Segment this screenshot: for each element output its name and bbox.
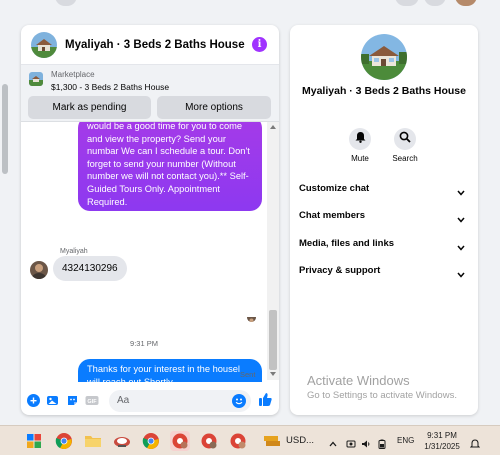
section-label: Customize chat: [299, 183, 370, 194]
volume-icon[interactable]: [361, 436, 371, 448]
activate-windows-hint: Go to Settings to activate Windows.: [307, 390, 457, 401]
battery-icon[interactable]: [377, 436, 387, 449]
svg-text:GIF: GIF: [87, 399, 97, 405]
mute-label: Mute: [351, 154, 369, 163]
search-label: Search: [392, 154, 418, 163]
top-strip: [0, 0, 500, 24]
seen-indicator-avatar: [247, 313, 256, 322]
sticker-icon[interactable]: [66, 394, 79, 407]
chrome-profile-icon[interactable]: [228, 431, 248, 451]
chat-window: Myaliyah · 3 Beds 2 Baths House i Market…: [21, 25, 279, 415]
message-input[interactable]: Aa: [109, 390, 251, 412]
marketplace-banner: Marketplace $1,300 - 3 Beds 2 Baths Hous…: [21, 65, 279, 122]
more-options-button[interactable]: More options: [157, 96, 271, 119]
account-avatar[interactable]: [455, 0, 477, 6]
message-timestamp: 9:31 PM: [130, 339, 158, 348]
taskbar: USD... ENG 9:31 PM 1/31/2025: [0, 425, 500, 455]
section-customize-chat[interactable]: Customize chat: [299, 181, 469, 197]
chat-header: Myaliyah · 3 Beds 2 Baths House i: [21, 25, 279, 65]
house-avatar[interactable]: [31, 31, 57, 58]
chat-title[interactable]: Myaliyah · 3 Beds 2 Baths House: [65, 39, 245, 51]
bell-icon[interactable]: [469, 436, 481, 448]
chat-info-panel: Myaliyah · 3 Beds 2 Baths House Mute Sea…: [290, 25, 478, 415]
chat-scrollbar[interactable]: [267, 122, 279, 380]
chrome-profile-icon[interactable]: [170, 431, 190, 451]
incoming-message[interactable]: 4324130296: [53, 256, 127, 281]
currency-icon[interactable]: [262, 431, 282, 451]
section-privacy-support[interactable]: Privacy & support: [299, 263, 469, 279]
top-nav-button[interactable]: [55, 0, 77, 6]
chrome-icon[interactable]: [54, 431, 74, 451]
chevron-down-icon: [457, 213, 465, 229]
mark-as-pending-button[interactable]: Mark as pending: [28, 96, 151, 119]
section-chat-members[interactable]: Chat members: [299, 208, 469, 224]
activate-windows-watermark: Activate Windows: [307, 373, 410, 388]
emoji-icon[interactable]: [232, 394, 246, 408]
search-button[interactable]: Search: [385, 128, 425, 163]
right-edge: [488, 24, 500, 424]
left-scrollbar-thumb[interactable]: [2, 84, 8, 174]
scroll-up-arrow-icon[interactable]: [270, 125, 276, 129]
left-scrollbar[interactable]: [0, 24, 10, 424]
clock-date: 1/31/2025: [424, 442, 460, 451]
house-profile-photo[interactable]: [361, 34, 407, 80]
mute-button[interactable]: Mute: [340, 128, 380, 163]
menu-icon[interactable]: [395, 0, 419, 6]
message-composer: GIF Aa: [21, 387, 279, 415]
language-indicator[interactable]: ENG: [397, 436, 414, 445]
chat-scrollbar-thumb[interactable]: [269, 310, 277, 370]
sender-avatar[interactable]: [30, 261, 48, 279]
bell-icon: [355, 130, 366, 148]
clock[interactable]: 9:31 PM 1/31/2025: [422, 430, 462, 452]
messenger-icon[interactable]: [424, 0, 446, 6]
info-icon[interactable]: i: [252, 37, 267, 52]
clock-time: 9:31 PM: [427, 431, 457, 440]
listing-summary[interactable]: $1,300 - 3 Beds 2 Baths House: [51, 82, 169, 92]
section-media-files-links[interactable]: Media, files and links: [299, 236, 469, 252]
plus-icon[interactable]: [27, 394, 40, 407]
app-icon[interactable]: [112, 431, 132, 451]
chrome-icon[interactable]: [141, 431, 161, 451]
listing-thumbnail[interactable]: [29, 72, 43, 86]
scroll-down-arrow-icon[interactable]: [270, 372, 276, 376]
sender-name: Myaliyah: [60, 248, 88, 255]
chevron-down-icon: [457, 241, 465, 257]
chevron-down-icon: [457, 268, 465, 284]
chevron-up-icon[interactable]: [328, 436, 338, 447]
photo-icon[interactable]: [46, 394, 59, 407]
marketplace-label: Marketplace: [51, 70, 95, 79]
sent-status: Sent: [240, 370, 256, 379]
outgoing-message[interactable]: would be a good time for you to come and…: [78, 122, 262, 211]
outgoing-message[interactable]: Thanks for your interest in the housel w…: [78, 359, 262, 382]
message-list: would be a good time for you to come and…: [21, 122, 279, 382]
section-label: Chat members: [299, 210, 365, 221]
panel-title: Myaliyah · 3 Beds 2 Baths House: [302, 85, 466, 97]
chevron-down-icon: [457, 186, 465, 202]
currency-widget-label[interactable]: USD...: [286, 435, 314, 446]
section-label: Media, files and links: [299, 238, 395, 249]
search-icon: [399, 130, 411, 148]
folder-icon[interactable]: [83, 431, 103, 451]
start-icon[interactable]: [24, 431, 44, 451]
section-label: Privacy & support: [299, 265, 381, 276]
camera-icon[interactable]: [346, 436, 356, 448]
chrome-profile-icon[interactable]: [199, 431, 219, 451]
gif-icon[interactable]: GIF: [85, 394, 99, 407]
thumbs-up-icon[interactable]: [258, 392, 273, 407]
